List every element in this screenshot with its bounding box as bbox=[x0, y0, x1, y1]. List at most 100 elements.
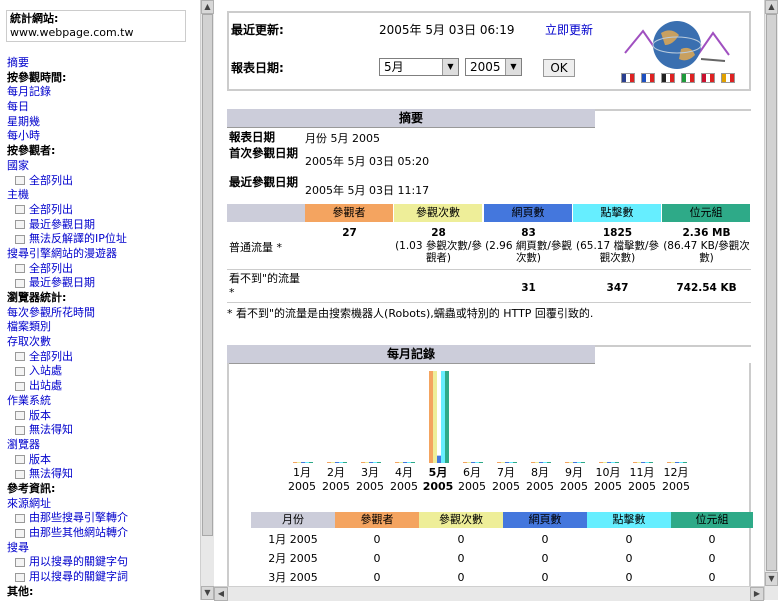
scroll-down-icon[interactable]: ▼ bbox=[201, 586, 214, 600]
nav-browser-version[interactable]: 版本 bbox=[7, 453, 200, 468]
scroll-up-icon[interactable]: ▲ bbox=[201, 0, 214, 14]
chart-bar bbox=[429, 371, 433, 463]
nav-label: 按參觀者: bbox=[7, 144, 56, 158]
nav-hosts-all[interactable]: 全部列出 bbox=[7, 203, 200, 218]
monthly-col-header: 點擊數 bbox=[587, 512, 671, 528]
chart-bar bbox=[441, 371, 445, 463]
left-scrollbar[interactable]: ▲ ▼ bbox=[200, 0, 214, 600]
chart-bar bbox=[327, 462, 331, 463]
nav-access-all[interactable]: 全部列出 bbox=[7, 350, 200, 365]
chart-bar bbox=[543, 462, 547, 463]
main-frame: 最近更新: 2005年 5月 03日 06:19 立即更新 報表日期: 5月 ▼… bbox=[214, 0, 764, 586]
right-scrollbar[interactable]: ▲ ▼ bbox=[764, 0, 778, 600]
month-label: 6月 2005 bbox=[455, 466, 489, 494]
nav-hourly[interactable]: 每小時 bbox=[7, 129, 200, 144]
horizontal-scrollbar[interactable]: ◀ ▶ bbox=[214, 586, 764, 601]
bullet-icon bbox=[15, 366, 25, 376]
monthly-row-value: 0 bbox=[708, 533, 716, 546]
month-label: 5月 2005 bbox=[421, 466, 455, 494]
nav-country[interactable]: 國家 bbox=[7, 159, 200, 174]
traffic-value: 27 bbox=[342, 227, 357, 239]
month-name: 4月 bbox=[395, 466, 413, 479]
nav-keywords[interactable]: 用以搜尋的關鍵字詞 bbox=[7, 570, 200, 585]
flag-it-icon[interactable] bbox=[681, 73, 695, 83]
chart-bar bbox=[667, 462, 671, 463]
nav-access[interactable]: 存取次數 bbox=[7, 335, 200, 350]
scroll-down-icon[interactable]: ▼ bbox=[765, 572, 778, 586]
flag-de-icon[interactable] bbox=[661, 73, 675, 83]
chart-bar bbox=[437, 455, 441, 463]
chart-bar bbox=[683, 462, 687, 463]
flag-uk-icon[interactable] bbox=[621, 73, 635, 83]
nav-referrer[interactable]: 來源網址 bbox=[7, 497, 200, 512]
flag-es-icon[interactable] bbox=[721, 73, 735, 83]
first-visit-value: 2005年 5月 03日 05:20 bbox=[305, 155, 430, 168]
right-scroll-thumb[interactable] bbox=[766, 14, 777, 571]
month-year: 2005 bbox=[560, 480, 588, 493]
nav-browser-unknown[interactable]: 無法得知 bbox=[7, 467, 200, 482]
last-visit-value: 2005年 5月 03日 11:17 bbox=[305, 184, 430, 197]
nav-robots-all[interactable]: 全部列出 bbox=[7, 262, 200, 277]
flag-fr-icon[interactable] bbox=[641, 73, 655, 83]
chart-bar bbox=[599, 462, 603, 463]
chevron-down-icon: ▼ bbox=[505, 59, 521, 75]
month-year: 2005 bbox=[356, 480, 384, 493]
nav-weekday[interactable]: 星期幾 bbox=[7, 115, 200, 130]
year-select[interactable]: 2005 ▼ bbox=[465, 58, 522, 76]
chart-bar bbox=[471, 462, 475, 463]
month-year: 2005 bbox=[492, 480, 520, 493]
month-year: 2005 bbox=[390, 480, 418, 493]
nav-os-unknown[interactable]: 無法得知 bbox=[7, 423, 200, 438]
nav-label: 其他: bbox=[7, 584, 34, 598]
nav-duration[interactable]: 每次參觀所花時間 bbox=[7, 306, 200, 321]
monthly-row-value: 0 bbox=[541, 552, 549, 565]
month-select[interactable]: 5月 ▼ bbox=[379, 58, 459, 76]
scroll-left-icon[interactable]: ◀ bbox=[214, 587, 228, 601]
report-date-label: 報表日期: bbox=[231, 61, 284, 75]
nav-label: 版本 bbox=[29, 452, 51, 466]
scroll-up-icon[interactable]: ▲ bbox=[765, 0, 778, 14]
traffic-ratio: (2.96 網頁數/參觀次數) bbox=[485, 240, 572, 264]
chart-bar bbox=[343, 462, 347, 463]
monthly-row-month: 3月 2005 bbox=[268, 571, 318, 584]
nav-hosts-unresolved[interactable]: 無法反解譯的IP位址 bbox=[7, 232, 200, 247]
month-select-value: 5月 bbox=[384, 60, 404, 74]
nav-ref-sites[interactable]: 由那些其他網站轉介 bbox=[7, 526, 200, 541]
nav-robots-last[interactable]: 最近參觀日期 bbox=[7, 276, 200, 291]
nav-robots[interactable]: 搜尋引擎網站的漫遊器 bbox=[7, 247, 200, 262]
chart-bar bbox=[645, 462, 649, 463]
chart-bar bbox=[531, 462, 535, 463]
nav-country-all[interactable]: 全部列出 bbox=[7, 174, 200, 189]
nav-hosts-last[interactable]: 最近參觀日期 bbox=[7, 218, 200, 233]
month-label: 4月 2005 bbox=[387, 466, 421, 494]
nav-entry[interactable]: 入站處 bbox=[7, 364, 200, 379]
nav-filetypes[interactable]: 檔案類別 bbox=[7, 320, 200, 335]
awstats-globe-logo bbox=[624, 21, 730, 69]
left-scroll-thumb[interactable] bbox=[202, 14, 213, 536]
monthly-row-value: 0 bbox=[708, 571, 716, 584]
chart-bar bbox=[475, 462, 479, 463]
nav-summary[interactable]: 摘要 bbox=[7, 56, 200, 71]
nav-os-version[interactable]: 版本 bbox=[7, 409, 200, 424]
nav-browser[interactable]: 瀏覽器 bbox=[7, 438, 200, 453]
footnote: * 看不到"的流量是由搜索機器人(Robots),蠕蟲或特別的 HTTP 回覆引… bbox=[227, 307, 594, 320]
scroll-right-icon[interactable]: ▶ bbox=[750, 587, 764, 601]
nav-monthly[interactable]: 每月記錄 bbox=[7, 85, 200, 100]
chart-bar bbox=[399, 462, 403, 463]
monthly-row-value: 0 bbox=[373, 533, 381, 546]
nav-label: 全部列出 bbox=[29, 202, 73, 216]
nav-keyphrases[interactable]: 用以搜尋的關鍵字句 bbox=[7, 555, 200, 570]
month-year: 2005 bbox=[526, 480, 554, 493]
nav-exit[interactable]: 出站處 bbox=[7, 379, 200, 394]
nav-daily[interactable]: 每日 bbox=[7, 100, 200, 115]
nav-hosts[interactable]: 主機 bbox=[7, 188, 200, 203]
nav-os[interactable]: 作業系統 bbox=[7, 394, 200, 409]
ok-button[interactable]: OK bbox=[543, 59, 575, 77]
nav-search[interactable]: 搜尋 bbox=[7, 541, 200, 556]
update-now-link[interactable]: 立即更新 bbox=[545, 21, 593, 38]
chart-bar bbox=[581, 462, 585, 463]
nav-label: 每小時 bbox=[7, 129, 40, 143]
year-select-value: 2005 bbox=[470, 60, 501, 74]
nav-ref-engines[interactable]: 由那些搜尋引擎轉介 bbox=[7, 511, 200, 526]
flag-nl-icon[interactable] bbox=[701, 73, 715, 83]
